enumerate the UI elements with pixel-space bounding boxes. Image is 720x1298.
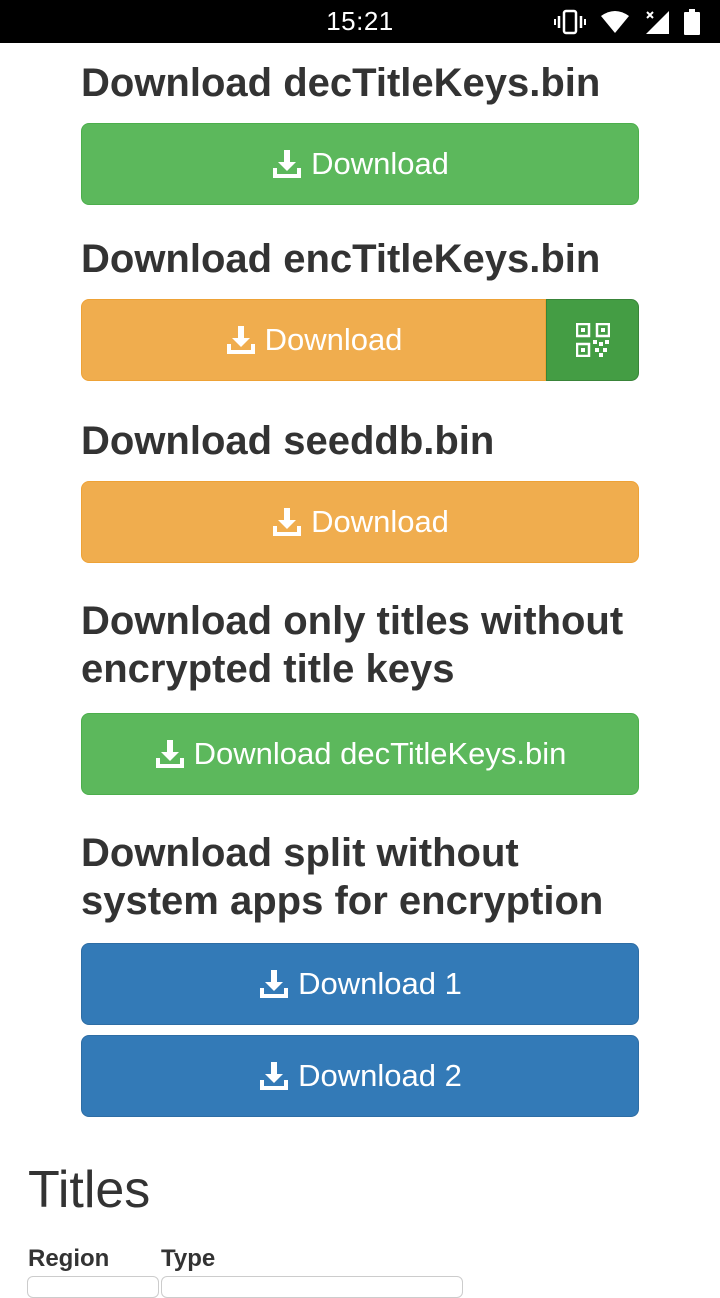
section-title-titles-without-keys: Download only titles without encrypted t… xyxy=(81,599,624,691)
enctitlekeys-button-group: Download xyxy=(81,299,639,381)
download-label: Download 1 xyxy=(298,966,462,1001)
download-icon xyxy=(273,150,302,178)
vibrate-icon xyxy=(554,9,586,35)
type-column-header: Type xyxy=(161,1245,216,1272)
qr-code-icon xyxy=(575,323,610,357)
download-dectitlekeys-button[interactable]: Download xyxy=(81,123,639,205)
section-title-enctitlekeys: Download encTitleKeys.bin xyxy=(81,237,601,281)
wifi-icon xyxy=(600,10,630,34)
qr-code-button[interactable] xyxy=(546,299,639,381)
download-label: Download xyxy=(311,146,449,181)
region-column-header: Region xyxy=(28,1245,110,1272)
download-icon xyxy=(273,508,302,536)
download-icon xyxy=(226,326,255,354)
download-enctitlekeys-button[interactable]: Download xyxy=(81,299,546,381)
download-split-1-button[interactable]: Download 1 xyxy=(81,943,639,1025)
status-bar: 15:21 xyxy=(0,0,720,43)
download-label: Download decTitleKeys.bin xyxy=(193,736,567,771)
section-title-dectitlekeys: Download decTitleKeys.bin xyxy=(81,61,601,105)
download-label: Download 2 xyxy=(298,1058,462,1093)
status-icons xyxy=(554,8,700,36)
signal-icon xyxy=(644,9,670,35)
download-seeddb-button[interactable]: Download xyxy=(81,481,639,563)
titles-heading: Titles xyxy=(28,1161,151,1219)
download-sections: Download decTitleKeys.bin Download Downl… xyxy=(81,43,639,1117)
download-label: Download xyxy=(311,504,449,539)
download-icon xyxy=(260,970,289,998)
type-filter-select[interactable] xyxy=(161,1276,463,1298)
download-icon xyxy=(155,740,184,768)
section-title-seeddb: Download seeddb.bin xyxy=(81,419,495,463)
download-split-2-button[interactable]: Download 2 xyxy=(81,1035,639,1117)
download-titles-without-keys-button[interactable]: Download decTitleKeys.bin xyxy=(81,713,639,795)
region-filter-select[interactable] xyxy=(27,1276,159,1298)
download-label: Download xyxy=(264,322,403,357)
battery-icon xyxy=(684,9,700,35)
download-icon xyxy=(260,1062,289,1090)
section-title-split: Download split without system apps for e… xyxy=(81,831,604,923)
